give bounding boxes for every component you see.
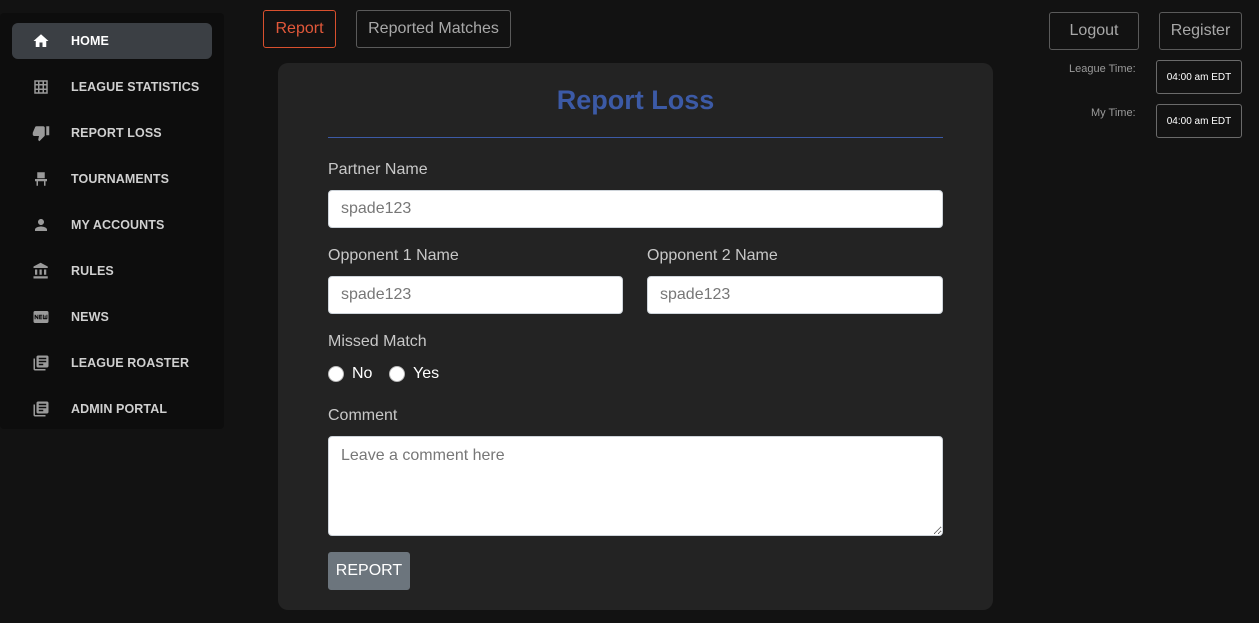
new-badge-icon: [31, 307, 51, 327]
sidebar-item-admin-portal[interactable]: ADMIN PORTAL: [12, 391, 212, 427]
sidebar-item-label: HOME: [71, 34, 109, 48]
my-time-value: 04:00 am EDT: [1156, 104, 1242, 138]
reported-matches-tab-button[interactable]: Reported Matches: [356, 10, 511, 48]
grid-icon: [31, 77, 51, 97]
missed-match-label: Missed Match: [328, 333, 427, 350]
report-tab-button[interactable]: Report: [263, 10, 336, 48]
missed-match-yes-option[interactable]: Yes: [389, 365, 439, 383]
sidebar-item-news[interactable]: NEWS: [12, 299, 212, 335]
opponent-2-name-label: Opponent 2 Name: [647, 247, 778, 264]
league-time-value: 04:00 am EDT: [1156, 60, 1242, 94]
report-submit-button[interactable]: REPORT: [328, 552, 410, 590]
sidebar-item-league-statistics[interactable]: LEAGUE STATISTICS: [12, 69, 212, 105]
sidebar-item-label: NEWS: [71, 310, 109, 324]
partner-name-label: Partner Name: [328, 161, 428, 178]
home-icon: [31, 31, 51, 51]
sidebar: HOME LEAGUE STATISTICS REPORT LOSS TOURN…: [0, 13, 224, 429]
comment-label: Comment: [328, 407, 398, 424]
sidebar-item-home[interactable]: HOME: [12, 23, 212, 59]
comment-textarea[interactable]: [328, 436, 943, 536]
missed-match-no-radio[interactable]: [328, 366, 344, 382]
sidebar-item-rules[interactable]: RULES: [12, 253, 212, 289]
chair-icon: [31, 169, 51, 189]
sidebar-item-report-loss[interactable]: REPORT LOSS: [12, 115, 212, 151]
sidebar-item-label: RULES: [71, 264, 114, 278]
partner-name-input[interactable]: [328, 190, 943, 228]
sidebar-item-tournaments[interactable]: TOURNAMENTS: [12, 161, 212, 197]
title-divider: [328, 137, 943, 138]
missed-match-no-label: No: [352, 365, 373, 382]
sidebar-item-label: LEAGUE STATISTICS: [71, 80, 200, 94]
register-button[interactable]: Register: [1159, 12, 1242, 50]
opponent-2-name-input[interactable]: [647, 276, 943, 314]
league-time-label: League Time:: [1069, 63, 1136, 75]
library-books-icon: [31, 399, 51, 419]
person-icon: [31, 215, 51, 235]
opponent-1-name-label: Opponent 1 Name: [328, 247, 459, 264]
thumbs-down-icon: [31, 123, 51, 143]
my-time-label: My Time:: [1091, 107, 1136, 119]
missed-match-no-option[interactable]: No: [328, 365, 372, 383]
missed-match-yes-label: Yes: [413, 365, 440, 382]
sidebar-item-league-roaster[interactable]: LEAGUE ROASTER: [12, 345, 212, 381]
sidebar-item-label: MY ACCOUNTS: [71, 218, 165, 232]
sidebar-item-label: TOURNAMENTS: [71, 172, 170, 186]
sidebar-item-label: REPORT LOSS: [71, 126, 162, 140]
report-loss-card: Report Loss Partner Name Opponent 1 Name…: [278, 63, 993, 610]
opponent-1-name-input[interactable]: [328, 276, 623, 314]
sidebar-item-label: LEAGUE ROASTER: [71, 356, 190, 370]
page-title: Report Loss: [556, 85, 715, 115]
logout-button[interactable]: Logout: [1049, 12, 1139, 50]
library-books-icon: [31, 353, 51, 373]
sidebar-item-label: ADMIN PORTAL: [71, 402, 168, 416]
missed-match-yes-radio[interactable]: [389, 366, 405, 382]
sidebar-item-my-accounts[interactable]: MY ACCOUNTS: [12, 207, 212, 243]
bank-icon: [31, 261, 51, 281]
